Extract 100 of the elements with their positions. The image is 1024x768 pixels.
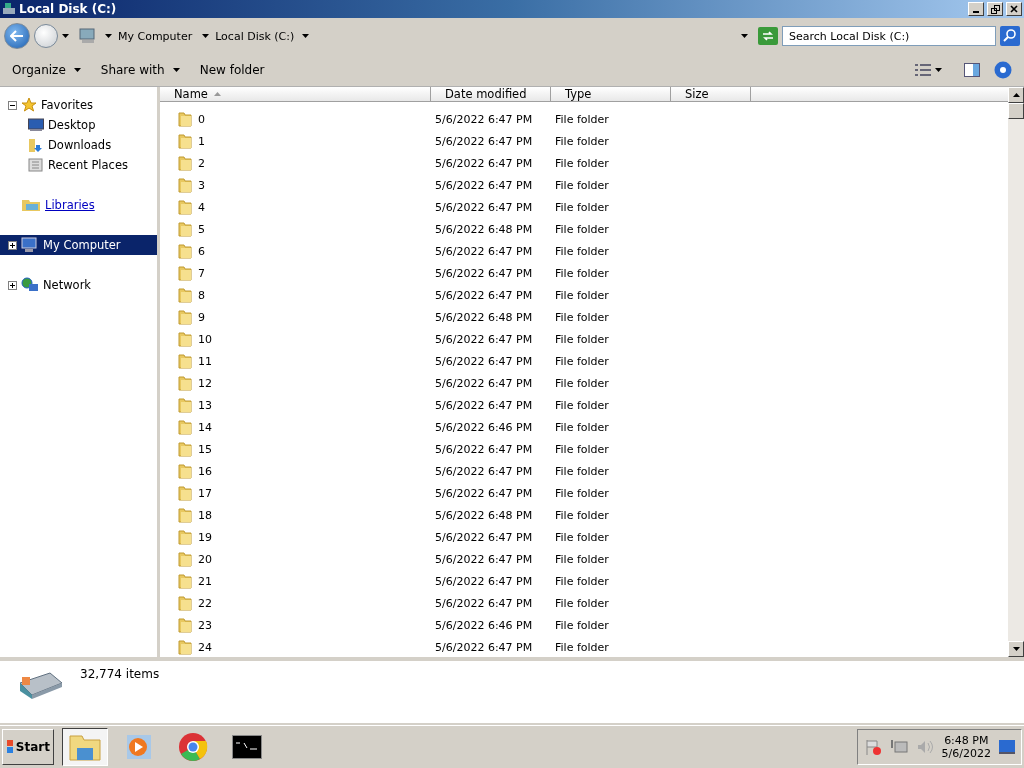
caret-icon <box>302 34 310 38</box>
minimize-button[interactable] <box>968 2 984 16</box>
nav-item[interactable]: Downloads <box>48 138 112 152</box>
file-name[interactable]: 10 <box>160 331 431 347</box>
search-button[interactable] <box>1000 26 1020 46</box>
table-cell-text: 5/6/2022 6:47 PM <box>434 398 534 412</box>
close-button[interactable] <box>1006 2 1022 16</box>
speaker-icon <box>915 738 934 756</box>
flag-icon <box>863 738 882 756</box>
scroll-down-icon[interactable] <box>1012 647 1020 651</box>
table-cell-text: File folder <box>554 222 610 236</box>
start-button[interactable]: Start <box>2 729 54 765</box>
table-cell-text: File folder <box>554 354 610 368</box>
selected-nav-item[interactable]: My Computer <box>0 235 157 255</box>
table-cell-text: 5/6/2022 6:47 PM <box>434 574 534 588</box>
table-cell-text: File folder <box>554 332 610 346</box>
folder-icon <box>178 133 192 149</box>
file-name[interactable]: 18 <box>160 507 431 523</box>
folder-icon <box>178 463 192 479</box>
caret-icon <box>73 68 81 72</box>
back-button[interactable] <box>4 23 30 49</box>
folder-icon <box>178 309 192 325</box>
file-name[interactable]: 23 <box>160 617 431 633</box>
file-name[interactable]: 14 <box>160 419 431 435</box>
file-name[interactable]: 15 <box>160 441 431 457</box>
breadcrumb[interactable]: Local Disk (C:) <box>200 29 297 43</box>
file-name[interactable]: 9 <box>160 309 431 325</box>
search-field[interactable]: Search Local Disk (C:) <box>782 26 996 46</box>
column-header[interactable]: Name <box>160 87 431 101</box>
file-name[interactable]: 16 <box>160 463 431 479</box>
nav-item[interactable]: Desktop <box>48 118 96 132</box>
column-header[interactable]: Type <box>551 87 671 101</box>
restore-icon <box>990 4 1000 14</box>
column-header[interactable]: Size <box>671 87 751 101</box>
star-icon <box>21 97 37 113</box>
computer-icon <box>21 237 39 253</box>
toolbar-button[interactable]: Share with <box>92 59 188 81</box>
file-name[interactable]: 20 <box>160 551 431 567</box>
window-title: Local Disk (C:) <box>19 2 118 16</box>
windows-logo-icon <box>6 739 14 755</box>
folder-icon <box>178 639 192 655</box>
column-header[interactable]: Date modified <box>431 87 551 101</box>
file-name[interactable]: 6 <box>160 243 431 259</box>
file-name[interactable]: 1 <box>160 133 431 149</box>
table-cell-text: 5/6/2022 6:47 PM <box>434 178 534 192</box>
table-cell-text: 5/6/2022 6:48 PM <box>434 310 534 324</box>
table-cell-text: 5/6/2022 6:47 PM <box>434 464 534 478</box>
file-name[interactable]: 22 <box>160 595 431 611</box>
folder-icon <box>178 551 192 567</box>
restore-button[interactable] <box>987 2 1003 16</box>
table-cell-text: 5/6/2022 6:47 PM <box>434 134 534 148</box>
file-name[interactable]: 13 <box>160 397 431 413</box>
scrollbar[interactable] <box>1008 87 1024 657</box>
file-name[interactable]: 4 <box>160 199 431 215</box>
folder-icon <box>178 177 192 193</box>
refresh-button[interactable] <box>758 27 778 45</box>
taskbar-button[interactable] <box>62 728 108 766</box>
file-name[interactable]: 5 <box>160 221 431 237</box>
clock[interactable]: 6:48 PM 5/6/2022 <box>941 734 991 760</box>
preview-pane-button[interactable] <box>964 63 980 77</box>
file-name[interactable]: 0 <box>160 111 431 127</box>
table-cell-text: 5/6/2022 6:47 PM <box>434 332 534 346</box>
nav-item[interactable]: Network <box>43 278 92 292</box>
table-cell-text: File folder <box>554 530 610 544</box>
nav-link[interactable]: Libraries <box>45 198 95 212</box>
file-name[interactable]: 17 <box>160 485 431 501</box>
breadcrumb[interactable]: My Computer <box>103 29 195 43</box>
table-cell-text: File folder <box>554 288 610 302</box>
file-name[interactable]: 12 <box>160 375 431 391</box>
help-button[interactable] <box>994 61 1012 79</box>
toolbar-button[interactable]: Organize <box>4 59 89 81</box>
expander-icon[interactable] <box>8 100 17 110</box>
file-name[interactable]: 24 <box>160 639 431 655</box>
view-options-button[interactable] <box>915 64 931 76</box>
forward-button[interactable] <box>34 24 58 48</box>
toolbar-button[interactable]: New folder <box>191 59 273 81</box>
expander-icon[interactable] <box>8 240 17 250</box>
item-count: 32,774 items <box>80 667 160 683</box>
file-name[interactable]: 8 <box>160 287 431 303</box>
file-name[interactable]: 21 <box>160 573 431 589</box>
nav-item[interactable]: Recent Places <box>48 158 128 172</box>
folder-icon <box>178 617 192 633</box>
file-name[interactable]: 2 <box>160 155 431 171</box>
folder-icon <box>178 221 192 237</box>
nav-item[interactable]: Favorites <box>41 98 93 112</box>
table-cell-text: File folder <box>554 398 610 412</box>
media-player-icon <box>125 733 153 761</box>
folder-icon <box>178 199 192 215</box>
sort-arrow-icon <box>213 92 221 96</box>
expander-icon[interactable] <box>8 280 17 290</box>
scroll-up-icon[interactable] <box>1012 93 1020 97</box>
folder-icon <box>178 243 192 259</box>
file-name[interactable]: 11 <box>160 353 431 369</box>
file-name[interactable]: 19 <box>160 529 431 545</box>
nav-item[interactable]: My Computer <box>43 238 121 252</box>
folder-icon <box>178 265 192 281</box>
file-name[interactable]: 7 <box>160 265 431 281</box>
file-name[interactable]: 3 <box>160 177 431 193</box>
scroll-thumb[interactable] <box>1008 103 1024 119</box>
network-icon <box>889 738 908 756</box>
